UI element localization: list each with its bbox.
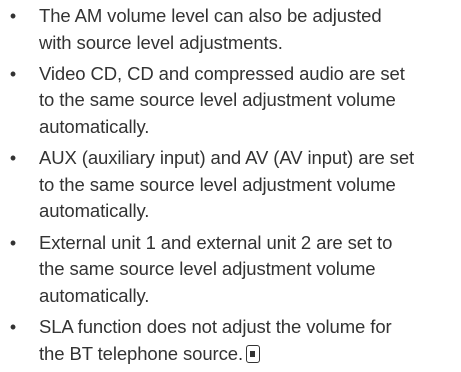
note-line: SLA function does not adjust the volume … <box>39 315 392 337</box>
note-line: Video CD, CD and compressed audio are se… <box>39 62 405 84</box>
bullet-icon: • <box>9 232 17 253</box>
section-end-icon <box>245 344 260 363</box>
note-line: the same source level adjustment volume <box>39 258 376 280</box>
note-item: • External unit 1 and external unit 2 ar… <box>0 230 461 310</box>
note-line: with source level adjustments. <box>39 31 283 53</box>
note-line: automatically. <box>39 284 150 306</box>
note-line: AUX (auxiliary input) and AV (AV input) … <box>39 147 415 169</box>
note-line: automatically. <box>39 200 150 222</box>
note-line: External unit 1 and external unit 2 are … <box>39 231 393 253</box>
note-item: • Video CD, CD and compressed audio are … <box>0 61 461 141</box>
note-item: • The AM volume level can also be adjust… <box>0 3 461 56</box>
note-item: • AUX (auxiliary input) and AV (AV input… <box>0 145 461 225</box>
bullet-icon: • <box>9 316 17 337</box>
bullet-icon: • <box>9 6 17 26</box>
note-line-text: the BT telephone source. <box>39 342 243 364</box>
note-line: The AM volume level can also be adjusted <box>39 5 382 26</box>
bullet-icon: • <box>9 63 17 84</box>
note-line-last: the BT telephone source. <box>39 341 461 368</box>
note-line: automatically. <box>39 115 150 137</box>
note-line: to the same source level adjustment volu… <box>39 173 396 195</box>
note-item: • SLA function does not adjust the volum… <box>0 314 461 367</box>
bullet-icon: • <box>9 148 17 169</box>
note-line: to the same source level adjustment volu… <box>39 89 396 111</box>
note-list: • The AM volume level can also be adjust… <box>0 3 461 372</box>
